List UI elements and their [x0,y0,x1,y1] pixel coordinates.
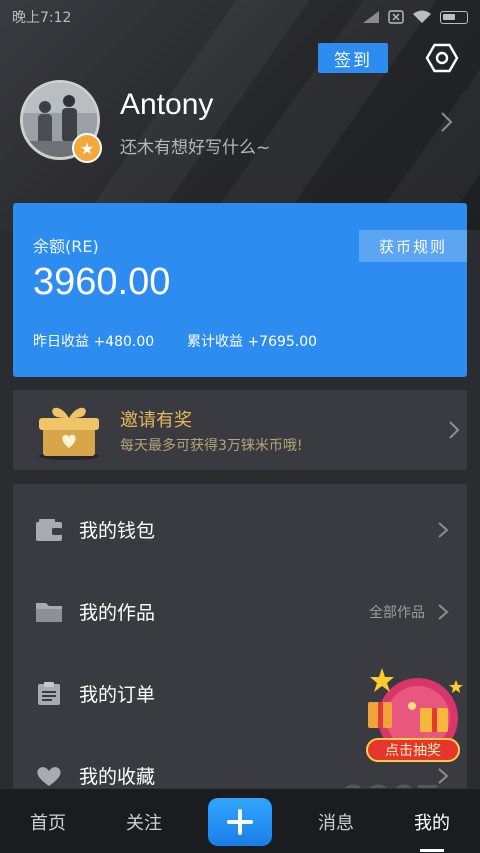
battery-icon [440,10,468,24]
active-tab-indicator [420,849,444,852]
menu-item-wallet[interactable]: 我的钱包 [13,488,467,570]
menu-item-label: 我的作品 [79,602,156,624]
invite-title: 邀请有奖 [120,410,192,431]
menu-item-works[interactable]: 我的作品 全部作品 [13,570,467,652]
chevron-right-icon [449,421,460,439]
status-time: 晚上7:12 [12,10,72,26]
plus-icon [227,809,253,835]
status-bar: 晚上7:12 [0,0,480,34]
username[interactable]: Antony [120,88,213,122]
gift-icon [39,407,99,460]
add-button[interactable] [208,798,272,846]
all-works-link[interactable]: 全部作品 [369,602,425,622]
invite-card[interactable]: 邀请有奖 每天最多可获得3万铼米币哦! [13,390,467,470]
settings-icon[interactable] [424,40,460,76]
menu-item-label: 我的订单 [79,684,156,706]
nav-follow[interactable]: 关注 [104,809,184,835]
yesterday-earnings: 昨日收益 +480.00 [33,334,155,350]
nav-mine[interactable]: 我的 [392,809,472,835]
checkin-button[interactable]: 签到 [318,43,388,73]
nav-home[interactable]: 首页 [8,809,88,835]
status-icons [362,10,468,24]
heart-icon [37,767,61,786]
menu-item-label: 我的钱包 [79,520,156,542]
coin-rules-button[interactable]: 获币规则 [359,230,467,262]
wifi-icon [413,10,431,23]
bio[interactable]: 还木有想好写什么~ [120,133,270,158]
balance-label: 余额(RE) [33,237,99,256]
invite-subtitle: 每天最多可获得3万铼米币哦! [120,438,303,454]
bottom-nav: 首页 关注 消息 我的 [0,788,480,853]
signal-icon [363,11,379,23]
chevron-right-icon [438,522,449,538]
folder-icon [36,603,62,622]
lottery-button[interactable]: 点击抽奖 [366,738,460,762]
wallet-icon [36,519,62,541]
chevron-right-icon [438,604,449,620]
total-earnings: 累计收益 +7695.00 [187,334,318,350]
balance-value: 3960.00 [33,261,171,303]
star-badge-icon: ★ [72,133,102,163]
clipboard-icon [38,682,60,705]
balance-card: 余额(RE) 3960.00 获币规则 昨日收益 +480.00 累计收益 +7… [13,203,467,377]
nav-messages[interactable]: 消息 [296,809,376,835]
menu-item-label: 我的收藏 [79,766,156,788]
no-sim-icon [388,10,404,24]
chevron-right-icon[interactable] [438,110,454,134]
